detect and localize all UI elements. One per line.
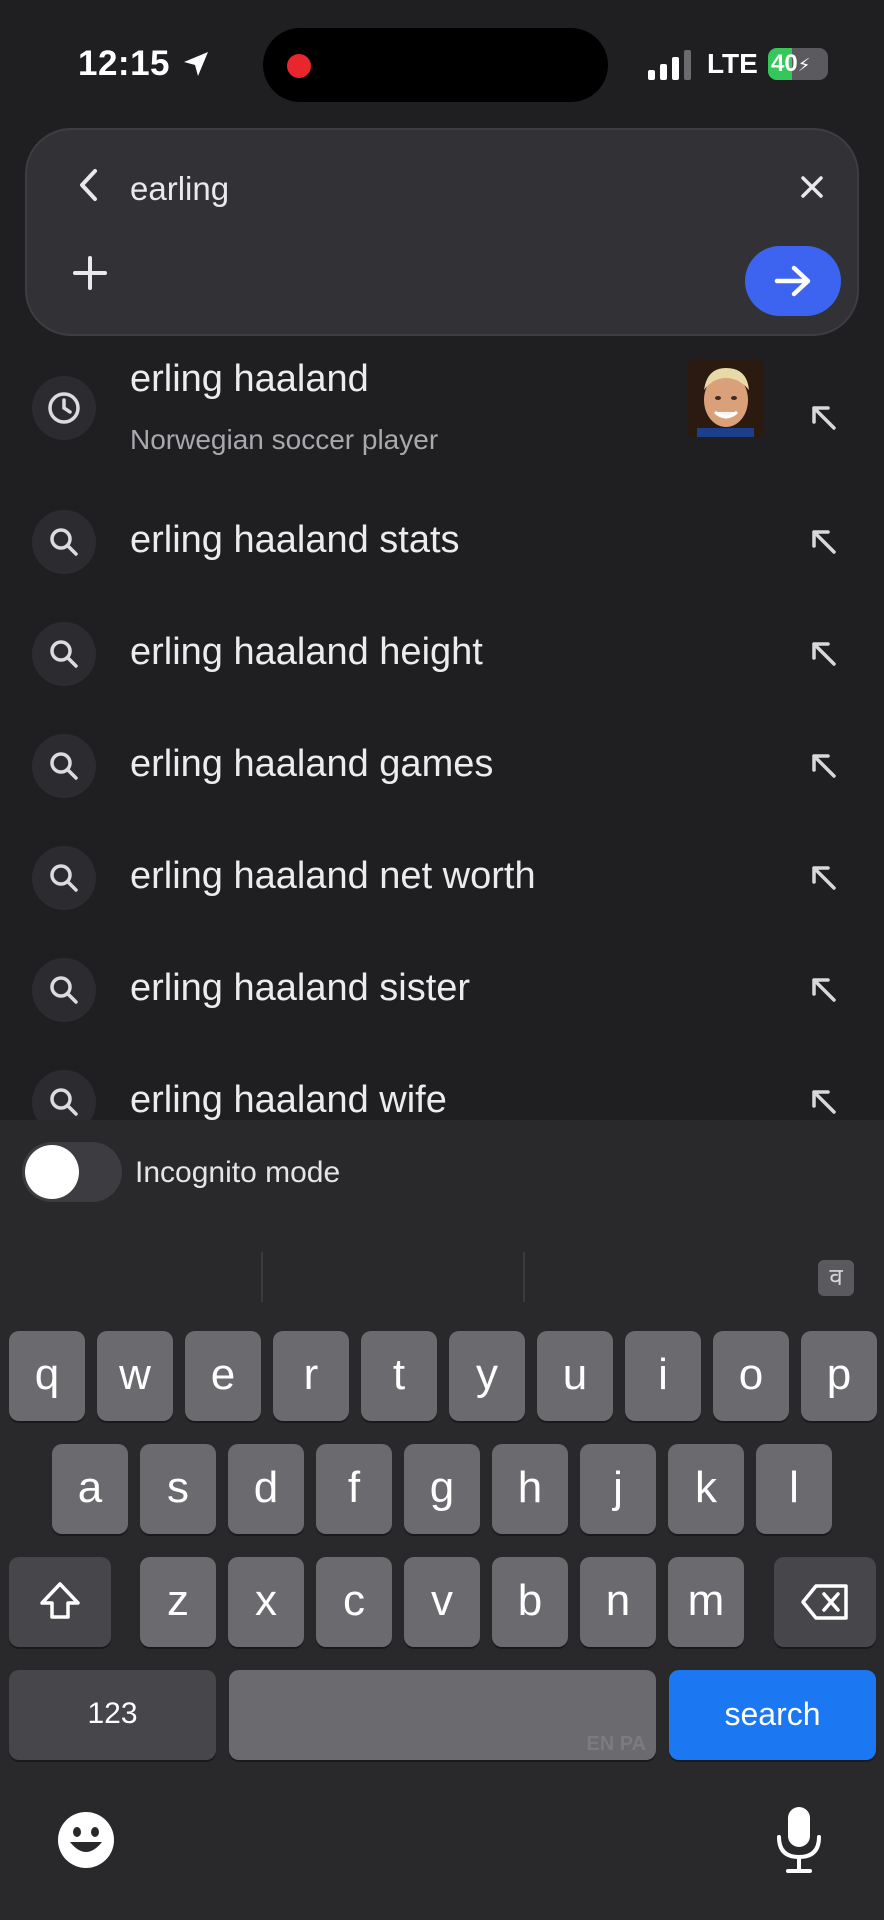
dynamic-island xyxy=(263,28,608,102)
battery-percent: 40⚡ xyxy=(771,50,811,77)
key-y[interactable]: y xyxy=(449,1331,525,1421)
suggestion-item[interactable]: erling haaland sister xyxy=(0,958,884,1058)
suggestion-text: erling haaland height xyxy=(130,631,483,673)
recording-indicator-icon xyxy=(287,54,311,78)
key-i[interactable]: i xyxy=(625,1331,701,1421)
incognito-toggle[interactable] xyxy=(22,1142,122,1202)
key-t[interactable]: t xyxy=(361,1331,437,1421)
key-v[interactable]: v xyxy=(404,1557,480,1647)
fill-query-button[interactable] xyxy=(800,1078,848,1126)
player-thumbnail xyxy=(687,360,764,437)
shift-key[interactable] xyxy=(9,1557,111,1647)
plus-icon xyxy=(73,256,107,290)
key-d[interactable]: d xyxy=(228,1444,304,1534)
key-s[interactable]: s xyxy=(140,1444,216,1534)
search-box: earling xyxy=(25,128,859,336)
submit-search-button[interactable] xyxy=(745,246,841,316)
search-icon xyxy=(32,846,96,910)
suggestion-text: erling haaland stats xyxy=(130,519,460,561)
key-z[interactable]: z xyxy=(140,1557,216,1647)
arrow-up-left-icon xyxy=(812,406,836,430)
key-a[interactable]: a xyxy=(52,1444,128,1534)
arrow-up-left-icon xyxy=(812,754,836,778)
suggestion-text: erling haaland wife xyxy=(130,1079,447,1121)
search-icon xyxy=(32,734,96,798)
location-arrow-icon xyxy=(184,52,208,76)
backspace-key[interactable] xyxy=(774,1557,876,1647)
prediction-divider xyxy=(261,1252,263,1302)
fill-query-button[interactable] xyxy=(800,854,848,902)
key-j[interactable]: j xyxy=(580,1444,656,1534)
back-button[interactable] xyxy=(65,160,115,210)
suggestion-text: erling haaland games xyxy=(130,743,494,785)
prediction-divider xyxy=(523,1252,525,1302)
key-e[interactable]: e xyxy=(185,1331,261,1421)
key-f[interactable]: f xyxy=(316,1444,392,1534)
key-p[interactable]: p xyxy=(801,1331,877,1421)
arrow-up-left-icon xyxy=(812,978,836,1002)
key-w[interactable]: w xyxy=(97,1331,173,1421)
key-u[interactable]: u xyxy=(537,1331,613,1421)
suggestion-item[interactable]: erling haaland net worth xyxy=(0,846,884,946)
arrow-up-left-icon xyxy=(812,1090,836,1114)
suggestion-item[interactable]: erling haaland stats xyxy=(0,510,884,610)
keyboard-language-hint: EN PA xyxy=(586,1733,646,1755)
key-k[interactable]: k xyxy=(668,1444,744,1534)
suggestion-subtitle: Norwegian soccer player xyxy=(130,424,439,455)
numbers-key[interactable]: 123 xyxy=(9,1670,216,1760)
cellular-signal-icon xyxy=(648,50,691,80)
search-key[interactable]: search xyxy=(669,1670,876,1760)
fill-query-button[interactable] xyxy=(800,742,848,790)
language-switch-button[interactable]: व xyxy=(818,1260,854,1296)
key-m[interactable]: m xyxy=(668,1557,744,1647)
key-n[interactable]: n xyxy=(580,1557,656,1647)
space-key[interactable]: EN PA xyxy=(229,1670,656,1760)
suggestion-item[interactable]: erling haaland height xyxy=(0,622,884,722)
key-r[interactable]: r xyxy=(273,1331,349,1421)
search-icon xyxy=(32,622,96,686)
key-o[interactable]: o xyxy=(713,1331,789,1421)
fill-query-button[interactable] xyxy=(800,518,848,566)
keyboard-panel: Incognito mode व q w e r t y u i o p a s… xyxy=(0,1120,884,1920)
fill-query-button[interactable] xyxy=(800,394,848,442)
arrow-right-icon xyxy=(774,265,811,297)
shift-arrow-icon xyxy=(40,1582,80,1619)
fill-query-button[interactable] xyxy=(800,966,848,1014)
status-bar: 12:15 LTE 40⚡ xyxy=(0,0,884,120)
suggestion-text: erling haaland xyxy=(130,358,369,400)
key-g[interactable]: g xyxy=(404,1444,480,1534)
suggestion-item[interactable]: erling haaland Norwegian soccer player xyxy=(0,358,884,478)
key-l[interactable]: l xyxy=(756,1444,832,1534)
network-type: LTE xyxy=(707,48,758,79)
clock: 12:15 xyxy=(78,44,171,83)
close-icon xyxy=(801,176,823,198)
incognito-label: Incognito mode xyxy=(135,1156,341,1189)
arrow-up-left-icon xyxy=(812,866,836,890)
battery-icon: 40⚡ xyxy=(768,48,828,80)
emoji-icon[interactable] xyxy=(56,1810,116,1870)
key-b[interactable]: b xyxy=(492,1557,568,1647)
fill-query-button[interactable] xyxy=(800,630,848,678)
key-h[interactable]: h xyxy=(492,1444,568,1534)
search-input[interactable]: earling xyxy=(130,170,229,208)
suggestion-text: erling haaland net worth xyxy=(130,855,536,897)
microphone-icon[interactable] xyxy=(774,1805,824,1875)
suggestion-item[interactable]: erling haaland games xyxy=(0,734,884,834)
chevron-left-icon xyxy=(80,169,97,201)
arrow-up-left-icon xyxy=(812,530,836,554)
clear-button[interactable] xyxy=(789,164,835,210)
backspace-icon xyxy=(801,1584,848,1620)
search-icon xyxy=(32,510,96,574)
key-x[interactable]: x xyxy=(228,1557,304,1647)
suggestion-text: erling haaland sister xyxy=(130,967,471,1009)
search-icon xyxy=(32,958,96,1022)
toggle-knob xyxy=(25,1145,79,1199)
key-q[interactable]: q xyxy=(9,1331,85,1421)
key-c[interactable]: c xyxy=(316,1557,392,1647)
arrow-up-left-icon xyxy=(812,642,836,666)
add-button[interactable] xyxy=(59,242,121,304)
history-clock-icon xyxy=(32,376,96,440)
